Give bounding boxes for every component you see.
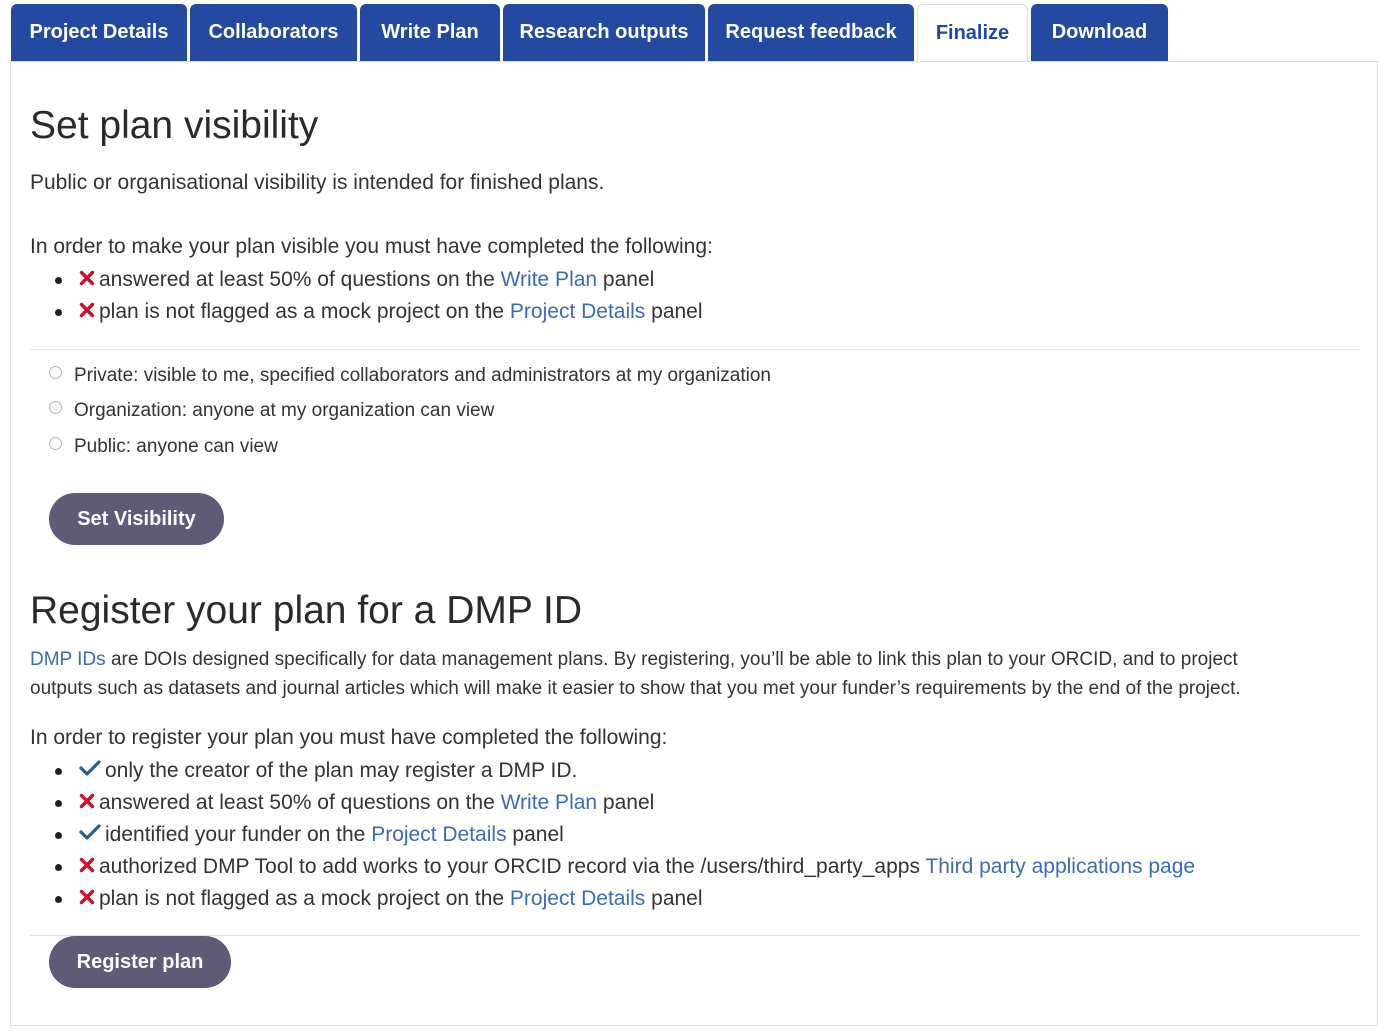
register-plan-button[interactable]: Register plan [49, 936, 231, 988]
option-label: Private: visible to me, specified collab… [74, 365, 771, 386]
register-requirements-heading: In order to register your plan you must … [30, 726, 668, 749]
visibility-title: Set plan visibility [30, 104, 319, 147]
cross-icon [79, 264, 95, 296]
requirement-text: plan is not flagged as a mock project on… [99, 887, 510, 910]
visibility-intro: Public or organisational visibility is i… [30, 171, 605, 194]
requirement-link[interactable]: Third party applications page [925, 855, 1195, 878]
register-requirements-list: only the creator of the plan may registe… [55, 755, 1195, 915]
requirement-item: only the creator of the plan may registe… [55, 755, 1195, 787]
requirement-link[interactable]: Write Plan [501, 791, 597, 814]
option-label: Public: anyone can view [74, 436, 278, 457]
requirement-link[interactable]: Project Details [510, 300, 645, 323]
requirement-link[interactable]: Project Details [510, 887, 645, 910]
requirement-text-suffix: panel [506, 823, 564, 846]
tab-research-outputs[interactable]: Research outputs [503, 4, 705, 61]
visibility-requirements-heading: In order to make your plan visible you m… [30, 235, 713, 258]
bullet [55, 768, 62, 775]
requirement-item: identified your funder on the Project De… [55, 819, 1195, 851]
bullet [55, 896, 62, 903]
tab-request-feedback[interactable]: Request feedback [708, 4, 914, 61]
visibility-option-public[interactable]: Public: anyone can view [49, 436, 278, 458]
visibility-requirements-list: answered at least 50% of questions on th… [55, 264, 703, 328]
tab-bar: Project Details Collaborators Write Plan… [11, 4, 1171, 62]
tab-project-details[interactable]: Project Details [11, 4, 187, 61]
radio-private[interactable] [49, 365, 62, 379]
requirement-text: authorized DMP Tool to add works to your… [99, 855, 926, 878]
option-label: Organization: anyone at my organization … [74, 400, 495, 421]
requirement-item: authorized DMP Tool to add works to your… [55, 851, 1195, 883]
tab-download[interactable]: Download [1031, 4, 1168, 61]
requirement-item: answered at least 50% of questions on th… [55, 264, 703, 296]
divider [30, 349, 1360, 350]
divider [30, 935, 1360, 936]
requirement-text-suffix: panel [645, 887, 703, 910]
register-title: Register your plan for a DMP ID [30, 589, 582, 632]
requirement-item: plan is not flagged as a mock project on… [55, 883, 1195, 915]
requirement-text-suffix: panel [597, 791, 655, 814]
register-description: DMP IDs are DOIs designed specifically f… [30, 645, 1241, 703]
checkmark-icon [79, 755, 101, 787]
requirement-link[interactable]: Write Plan [501, 268, 597, 291]
visibility-option-private[interactable]: Private: visible to me, specified collab… [49, 365, 771, 387]
cross-icon [79, 787, 95, 819]
set-visibility-button[interactable]: Set Visibility [49, 493, 224, 545]
register-desc-line2: outputs such as datasets and journal art… [30, 678, 1241, 699]
cross-icon [79, 296, 95, 328]
requirement-text-suffix: panel [645, 300, 703, 323]
requirement-text-suffix: panel [597, 268, 655, 291]
requirement-item: answered at least 50% of questions on th… [55, 787, 1195, 819]
tab-write-plan[interactable]: Write Plan [360, 4, 500, 61]
requirement-link[interactable]: Project Details [371, 823, 506, 846]
tab-finalize[interactable]: Finalize [917, 4, 1028, 62]
bullet [55, 800, 62, 807]
requirement-item: plan is not flagged as a mock project on… [55, 296, 703, 328]
requirement-text: plan is not flagged as a mock project on… [99, 300, 510, 323]
requirement-text: only the creator of the plan may registe… [105, 759, 578, 782]
finalize-panel: Set plan visibility Public or organisati… [10, 61, 1378, 1026]
dmp-ids-link[interactable]: DMP IDs [30, 649, 106, 670]
bullet [55, 277, 62, 284]
cross-icon [79, 851, 95, 883]
bullet [55, 309, 62, 316]
radio-organization[interactable] [49, 400, 62, 414]
cross-icon [79, 883, 95, 915]
requirement-text: answered at least 50% of questions on th… [99, 268, 501, 291]
visibility-option-organization[interactable]: Organization: anyone at my organization … [49, 400, 494, 422]
bullet [55, 864, 62, 871]
requirement-text: answered at least 50% of questions on th… [99, 791, 501, 814]
tab-collaborators[interactable]: Collaborators [190, 4, 357, 61]
register-desc-line1: are DOIs designed specifically for data … [105, 649, 1238, 670]
bullet [55, 832, 62, 839]
requirement-text: identified your funder on the [105, 823, 372, 846]
checkmark-icon [79, 819, 101, 851]
radio-public[interactable] [49, 436, 62, 450]
